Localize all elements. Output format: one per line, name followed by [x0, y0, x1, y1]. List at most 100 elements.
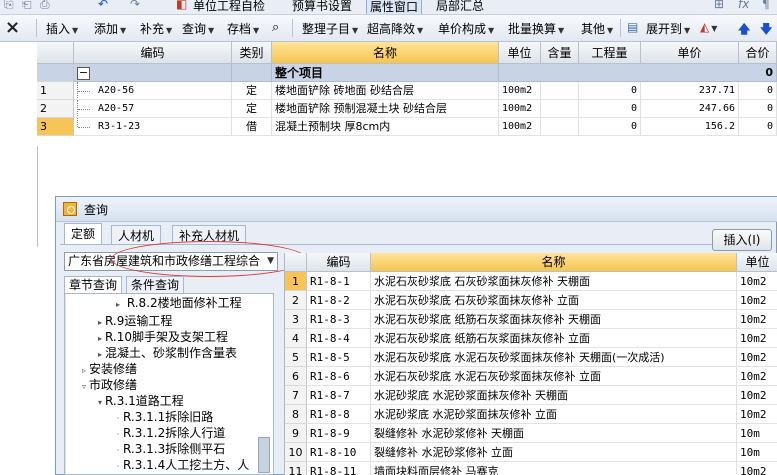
cell-quantity[interactable]: 0 [579, 118, 641, 136]
cell-category[interactable]: 定 [232, 82, 272, 100]
table-row[interactable]: 2 R1-8-2 水泥石灰砂浆底 石灰砂浆面抹灰修补 立面 10m2 [285, 291, 777, 310]
group-row-whole-project[interactable]: − 整个项目 0 [37, 64, 777, 82]
cell-unit[interactable]: 100m2 [499, 82, 541, 100]
tab-supplementary-lmm[interactable]: 补充人材机 [172, 225, 247, 245]
tree-node[interactable]: ▸ R.8.2楼地面修补工程 [113, 295, 242, 313]
column-header-unit[interactable]: 单位 [499, 42, 541, 64]
cell-quantity[interactable]: 0 [579, 82, 641, 100]
cell-name[interactable]: 水泥石灰砂浆底 石灰砂浆面抹灰修补 天棚面 [371, 272, 737, 291]
row-number[interactable]: 6 [285, 367, 307, 386]
insert-menu-button[interactable]: 插入 ▼ [46, 20, 78, 37]
query-menu-button[interactable]: 查询 ▼ [182, 20, 214, 37]
redo-icon[interactable]: ↷ [130, 0, 140, 11]
cell-name[interactable]: 楼地面铲除 预制混凝土块 砂结合层 [272, 100, 499, 118]
cell-name[interactable]: 裂缝修补 水泥砂浆修补 立面 [371, 443, 737, 462]
column-header-unit[interactable]: 单位 [737, 253, 777, 272]
row-number[interactable]: 10 [285, 443, 307, 462]
cell-name[interactable]: 混凝土预制块 厚8cm内 [272, 118, 499, 136]
cell-unit-price[interactable]: 237.71 [641, 82, 739, 100]
row-number[interactable]: 8 [285, 405, 307, 424]
tab-condition-query[interactable]: 条件查询 [126, 276, 185, 293]
cell-unit[interactable]: 10m2 [737, 462, 777, 475]
cell-code[interactable]: R1-8-10 [307, 443, 371, 462]
cell-code[interactable]: R1-8-4 [307, 329, 371, 348]
tidy-items-menu-button[interactable]: 整理子目 ▼ [302, 20, 358, 37]
cell-unit[interactable]: 10m [737, 424, 777, 443]
cell-unit[interactable]: 10m [737, 443, 777, 462]
partial-summary-button[interactable]: 局部汇总 [436, 0, 484, 14]
cell-code[interactable]: R1-8-8 [307, 405, 371, 424]
cell-code[interactable]: R1-8-2 [307, 291, 371, 310]
paragraph-icon[interactable]: ¶ [762, 0, 770, 11]
column-header-category[interactable]: 类别 [232, 42, 272, 64]
cell-name[interactable]: 水泥石灰砂浆底 纸筋石灰浆面抹灰修补 立面 [371, 329, 737, 348]
cell-name[interactable]: 水泥石灰砂浆底 水泥石灰砂浆面抹灰修补 天棚面(一次成活) [371, 348, 737, 367]
column-header-unit-price[interactable]: 单价 [641, 42, 739, 64]
cell-name[interactable]: 墙面块料面层修补 马赛克 [371, 462, 737, 475]
budget-settings-button[interactable]: 预算书设置 [292, 0, 352, 14]
cell-code[interactable]: R1-8-9 [307, 424, 371, 443]
cell-total[interactable]: 0 [739, 82, 777, 100]
dialog-title-bar[interactable]: 查询 [56, 197, 777, 222]
row-number[interactable]: 2 [285, 291, 307, 310]
column-header-quantity[interactable]: 工程量 [579, 42, 641, 64]
table-row[interactable]: 11 R1-8-11 墙面块料面层修补 马赛克 10m2 [285, 462, 777, 475]
column-header-name[interactable]: 名称 [371, 253, 737, 272]
paste-icon[interactable]: ⎗ [22, 0, 32, 12]
row-number[interactable]: 11 [285, 462, 307, 475]
table-row[interactable]: 1 R1-8-1 水泥石灰砂浆底 石灰砂浆面抹灰修补 天棚面 10m2 [285, 272, 777, 291]
cell-content[interactable] [541, 82, 579, 100]
copy-icon[interactable]: ⎘ [4, 0, 14, 12]
table-row[interactable]: 2 A20-57 定 楼地面铲除 预制混凝土块 砂结合层 100m2 0 247… [37, 100, 777, 118]
column-header-name[interactable]: 名称 [272, 42, 499, 64]
row-number[interactable]: 2 [37, 100, 74, 118]
table-row-selected[interactable]: 3 R3-1-23 借 混凝土预制块 厚8cm内 100m2 0 156.2 0 [37, 118, 777, 136]
row-number[interactable]: 1 [37, 82, 74, 100]
table-row[interactable]: 3 R1-8-3 水泥石灰砂浆底 纸筋石灰浆面抹灰修补 天棚面 10m2 [285, 310, 777, 329]
cell-unit[interactable]: 10m2 [737, 386, 777, 405]
cell-unit[interactable]: 100m2 [499, 100, 541, 118]
tree-node[interactable]: · R.3.1.4人工挖土方、人 [113, 457, 250, 474]
cell-unit[interactable]: 10m2 [737, 310, 777, 329]
library-select[interactable]: 广东省房屋建筑和市政修缮工程综合 ▼ [64, 252, 278, 271]
column-header-total[interactable]: 合价 [739, 42, 777, 64]
cell-unit[interactable]: 100m2 [499, 118, 541, 136]
table-row[interactable]: 1 A20-56 定 楼地面铲除 砖地面 砂结合层 100m2 0 237.71… [37, 82, 777, 100]
chevron-down-icon[interactable]: ▼ [267, 253, 274, 270]
expand-to-menu-button[interactable]: 展开到 ▼ [646, 20, 690, 37]
tree-scrollbar[interactable] [258, 437, 270, 473]
cell-unit[interactable]: 10m2 [737, 348, 777, 367]
cell-name[interactable]: 楼地面铲除 砖地面 砂结合层 [272, 82, 499, 100]
arrow-down-icon[interactable]: 🡇 [760, 20, 772, 41]
tab-chapter-query[interactable]: 章节查询 [64, 276, 123, 293]
height-reduction-menu-button[interactable]: 超高降效 ▼ [367, 20, 423, 37]
cell-code[interactable]: R3-1-23 [74, 118, 232, 136]
binoculars-icon[interactable]: ⌕ [272, 20, 279, 35]
fx-icon[interactable]: fx [738, 0, 749, 11]
column-header-code[interactable]: 编码 [307, 253, 371, 272]
self-check-button[interactable]: 单位工程自检 [193, 0, 265, 14]
table-row[interactable]: 7 R1-8-7 水泥砂浆底 水泥砂浆面抹灰修补 天棚面 10m2 [285, 386, 777, 405]
cell-code[interactable]: A20-57 [74, 100, 232, 118]
cell-quantity[interactable]: 0 [579, 100, 641, 118]
cell-unit[interactable]: 10m2 [737, 291, 777, 310]
cell-name[interactable]: 水泥石灰砂浆底 水泥石灰砂浆面抹灰修补 立面 [371, 367, 737, 386]
cell-code[interactable]: R1-8-7 [307, 386, 371, 405]
cell-total[interactable]: 0 [739, 100, 777, 118]
column-header-code[interactable]: 编码 [74, 42, 232, 64]
cell-content[interactable] [541, 100, 579, 118]
cell-name[interactable]: 水泥砂浆底 水泥砂浆面抹灰修补 立面 [371, 405, 737, 424]
row-number[interactable]: 7 [285, 386, 307, 405]
properties-window-button[interactable]: 属性窗口 [366, 0, 423, 14]
paint-bucket-icon[interactable]: ◭ ▼ [700, 20, 717, 34]
cell-code[interactable]: A20-56 [74, 82, 232, 100]
undo-icon[interactable]: ↶ [98, 0, 108, 11]
add-menu-button[interactable]: 添加 ▼ [94, 20, 126, 37]
tab-labor-material-machine[interactable]: 人材机 [111, 225, 162, 245]
table-row[interactable]: 10 R1-8-10 裂缝修补 水泥砂浆修补 立面 10m [285, 443, 777, 462]
batch-convert-menu-button[interactable]: 批量换算 ▼ [508, 20, 564, 37]
cell-unit[interactable]: 10m2 [737, 367, 777, 386]
table-row[interactable]: 6 R1-8-6 水泥石灰砂浆底 水泥石灰砂浆面抹灰修补 立面 10m2 [285, 367, 777, 386]
row-number[interactable]: 3 [37, 118, 74, 136]
insert-button[interactable]: 插入(I) [712, 229, 772, 251]
